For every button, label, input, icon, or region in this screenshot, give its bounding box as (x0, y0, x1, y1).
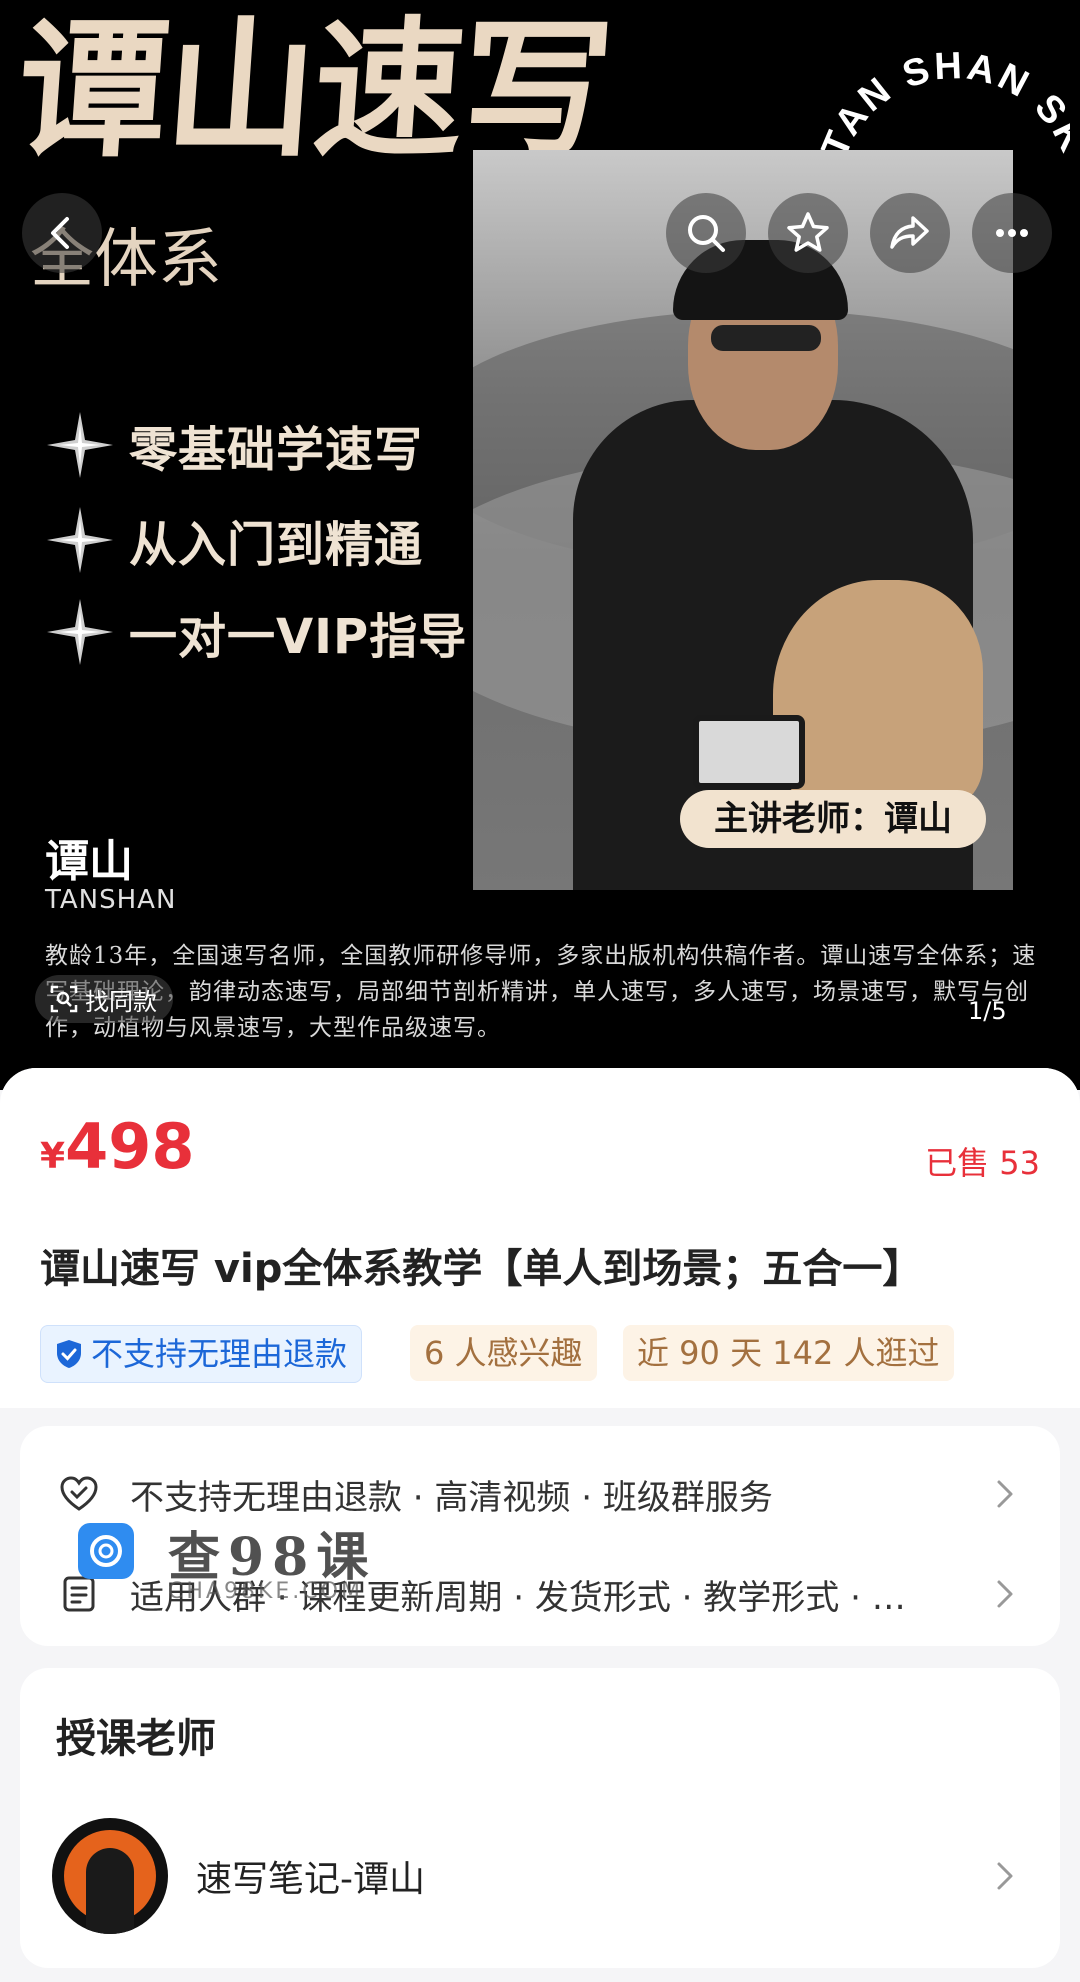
teacher-section: 授课老师 速写笔记-谭山 (20, 1668, 1060, 1968)
chevron-right-icon (997, 1480, 1013, 1508)
star-icon (787, 212, 829, 252)
banner-teacher-name: 谭山 (45, 836, 133, 887)
share-button[interactable] (870, 193, 950, 273)
price-value: 498 (65, 1110, 195, 1183)
back-button[interactable] (22, 193, 102, 273)
find-similar-label: 找同款 (85, 987, 157, 1016)
sparkle-icon (47, 412, 113, 478)
visit-count-tag: 近 90 天 142 人逛过 (623, 1325, 954, 1381)
sold-count: 已售 53 (925, 1144, 1040, 1182)
brand-arc-text: TAN SHAN SKETCH (815, 10, 1070, 163)
refund-policy-label: 不支持无理由退款 (91, 1335, 348, 1373)
banner-bio: 教龄13年，全国速写名师，全国教师研修导师，多家出版机构供稿作者。谭山速写全体系… (45, 943, 1037, 1041)
watermark: 查98课 CHA98KE.COM (78, 1515, 378, 1605)
feature-text: 从入门到精通 (129, 517, 424, 573)
price: ¥498 (40, 1110, 194, 1183)
teacher-profile-row[interactable]: 速写笔记-谭山 (52, 1816, 1024, 1936)
heart-shield-icon (56, 1471, 102, 1517)
image-search-icon (50, 985, 78, 1013)
search-button[interactable] (666, 193, 746, 273)
feature-text: 一对一VIP指导 (129, 609, 468, 665)
chevron-left-icon (51, 217, 69, 249)
product-image-carousel[interactable]: 谭山速写 全体系 TAN SHAN SKETCH 零基础学速写 从入门到精通 一… (0, 0, 1080, 1090)
service-guarantee-text: 不支持无理由退款 · 高清视频 · 班级群服务 (130, 1477, 773, 1518)
feature-item: 零基础学速写 (45, 410, 423, 490)
refund-policy-tag[interactable]: 不支持无理由退款 (40, 1325, 363, 1383)
svg-text:TAN SHAN SKETCH: TAN SHAN SKETCH (815, 10, 1070, 163)
feature-item: 从入门到精通 (45, 505, 423, 585)
search-icon (688, 215, 725, 252)
product-title: 谭山速写 vip全体系教学【单人到场景；五合一】 (40, 1246, 923, 1292)
chevron-right-icon (997, 1862, 1013, 1890)
sparkle-icon (47, 599, 113, 665)
watermark-logo-icon (78, 1523, 134, 1579)
avatar (52, 1818, 168, 1934)
interest-count-tag: 6 人感兴趣 (410, 1325, 597, 1381)
more-button[interactable] (972, 193, 1052, 273)
find-similar-button[interactable]: 找同款 (35, 975, 173, 1023)
sparkle-icon (47, 507, 113, 573)
share-icon (890, 216, 929, 249)
price-title-section: ¥498 已售 53 谭山速写 vip全体系教学【单人到场景；五合一】 不支持无… (0, 1068, 1080, 1408)
chevron-right-icon (997, 1580, 1013, 1608)
more-icon (996, 229, 1028, 237)
lecturer-badge: 主讲老师：谭山 (680, 790, 986, 848)
teacher-name: 速写笔记-谭山 (196, 1859, 425, 1900)
watermark-url: CHA98KE.COM (168, 1579, 363, 1604)
favorite-button[interactable] (768, 193, 848, 273)
shield-check-icon (57, 1340, 81, 1368)
feature-text: 零基础学速写 (129, 422, 424, 478)
carousel-page-indicator: 1/5 (968, 997, 1007, 1025)
feature-item: 一对一VIP指导 (45, 597, 467, 677)
price-currency: ¥ (40, 1136, 66, 1177)
teacher-section-heading: 授课老师 (56, 1716, 216, 1762)
banner-title: 谭山速写 (11, 2, 617, 178)
banner-teacher-name-en: TANSHAN (45, 885, 177, 915)
